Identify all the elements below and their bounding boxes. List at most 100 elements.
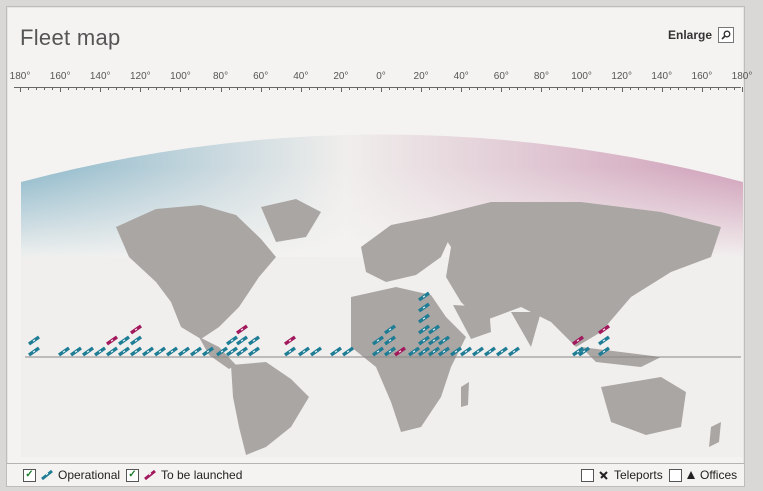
ruler-tick	[613, 87, 615, 90]
teleports-label: Teleports	[614, 468, 663, 482]
ruler-tick	[573, 87, 575, 90]
ruler-tick	[228, 87, 230, 90]
ruler-tick	[669, 87, 671, 90]
ruler-tick	[493, 87, 495, 90]
operational-satellite-icon	[41, 469, 53, 481]
ruler-tick	[180, 87, 182, 92]
ruler-tick	[397, 87, 399, 90]
magnifier-icon	[718, 27, 734, 43]
ruler-tick	[541, 87, 543, 92]
ruler-tick	[332, 87, 334, 90]
ruler-tick	[268, 87, 270, 90]
ruler-tick	[453, 87, 455, 90]
ruler-tick	[220, 87, 222, 92]
ruler-tick	[677, 87, 679, 90]
ruler-tick	[84, 87, 86, 90]
ruler-line	[14, 87, 741, 88]
ruler-tick	[68, 87, 70, 90]
ruler-tick	[188, 87, 190, 90]
ruler-label: 180°	[9, 71, 31, 82]
ruler-tick	[100, 87, 102, 92]
ruler-tick	[605, 87, 607, 90]
ruler-tick	[701, 87, 703, 92]
ruler-tick	[381, 87, 382, 92]
ruler-tick	[324, 87, 326, 90]
operational-checkbox[interactable]: ✓	[23, 468, 36, 482]
to-be-launched-checkbox[interactable]: ✓	[126, 468, 139, 482]
ruler-tick	[244, 87, 246, 90]
ruler-tick	[589, 87, 591, 90]
legend-to-be-launched[interactable]: ✓ To be launched	[126, 468, 242, 482]
ruler-tick	[156, 87, 158, 90]
ruler-tick	[372, 87, 374, 90]
ruler-tick	[685, 87, 687, 90]
legend-offices[interactable]: Offices	[669, 468, 737, 482]
ruler-tick	[533, 87, 535, 90]
ruler-tick	[260, 87, 262, 92]
ruler-tick	[76, 87, 78, 90]
ruler-label: 160°	[49, 71, 71, 82]
ruler-tick	[405, 87, 407, 90]
ruler-tick	[477, 87, 479, 90]
ruler-tick	[565, 87, 567, 90]
ruler-tick	[709, 87, 711, 90]
ruler-tick	[172, 87, 174, 90]
ruler-tick	[733, 87, 735, 90]
ruler-tick	[108, 87, 110, 90]
to-be-launched-satellite-icon	[144, 469, 156, 481]
ruler-tick	[413, 87, 415, 90]
ruler-tick	[645, 87, 647, 90]
world-map[interactable]	[21, 107, 743, 457]
operational-label: Operational	[58, 468, 121, 482]
ruler-tick	[742, 87, 743, 92]
ruler-tick	[725, 87, 727, 90]
ruler-tick	[437, 87, 439, 90]
ruler-tick	[549, 87, 551, 90]
ruler-tick	[132, 87, 134, 90]
ruler-tick	[621, 87, 623, 92]
ruler-tick	[36, 87, 38, 90]
ruler-label: 60°	[253, 71, 269, 82]
ruler-label: 140°	[89, 71, 111, 82]
ruler-label: 80°	[533, 71, 549, 82]
ruler-tick	[661, 87, 663, 92]
ruler-tick	[356, 87, 358, 90]
offices-checkbox[interactable]	[669, 468, 682, 482]
ruler-tick	[316, 87, 318, 90]
ruler-tick	[653, 87, 655, 90]
map-legend: ✓ Operational ✓ To be launched Teleports…	[7, 463, 744, 486]
ruler-tick	[364, 87, 366, 90]
enlarge-button[interactable]: Enlarge	[668, 27, 734, 43]
ruler-tick	[717, 87, 719, 90]
ruler-tick	[252, 87, 254, 90]
ruler-tick	[509, 87, 511, 90]
ruler-tick	[517, 87, 519, 90]
ruler-tick	[292, 87, 294, 90]
ruler-label: 80°	[212, 71, 229, 82]
ruler-tick	[212, 87, 214, 90]
ruler-label: 100°	[170, 71, 191, 82]
ruler-tick	[124, 87, 126, 90]
ruler-tick	[485, 87, 487, 90]
teleports-checkbox[interactable]	[581, 468, 594, 482]
ruler-tick	[461, 87, 463, 92]
ruler-label: 20°	[413, 71, 429, 82]
ruler-tick	[300, 87, 302, 92]
legend-operational[interactable]: ✓ Operational	[23, 468, 120, 482]
ruler-label: 160°	[691, 71, 713, 82]
ruler-tick	[140, 87, 142, 92]
ruler-label: 100°	[571, 71, 592, 82]
ruler-tick	[637, 87, 639, 90]
longitude-ruler: 180° 160° 140° 120° 100° 80° 60° 40° 20° 0° 20° 40°…	[7, 71, 752, 95]
world-map-svg	[21, 134, 743, 457]
ruler-tick	[308, 87, 310, 90]
ruler-tick	[445, 87, 447, 90]
ruler-tick	[28, 87, 30, 90]
satellite-dish-icon	[599, 471, 608, 480]
ruler-tick	[340, 87, 342, 92]
ruler-tick	[52, 87, 54, 90]
offices-label: Offices	[700, 468, 738, 482]
ruler-tick	[557, 87, 559, 90]
ruler-tick	[389, 87, 391, 90]
legend-teleports[interactable]: Teleports	[581, 468, 663, 482]
